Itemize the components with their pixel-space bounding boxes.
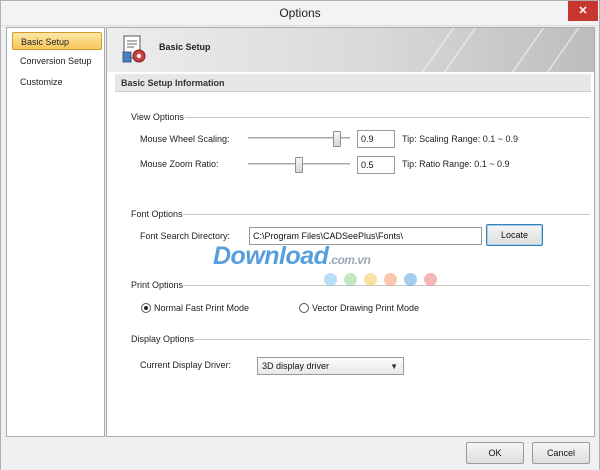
vector-drawing-print-radio[interactable] — [299, 303, 309, 313]
watermark-logo: Download.com.vn — [213, 242, 371, 271]
watermark-dot — [344, 273, 357, 286]
view-options-divider — [185, 117, 590, 118]
normal-fast-print-radio[interactable] — [141, 303, 151, 313]
dialog-footer: OK Cancel — [1, 438, 599, 470]
watermark-dot — [424, 273, 437, 286]
display-options-title: Display Options — [131, 334, 195, 344]
watermark-dot — [364, 273, 377, 286]
current-display-driver-label: Current Display Driver: — [140, 360, 232, 370]
close-icon: ✕ — [578, 5, 588, 17]
window-title: Options — [279, 6, 321, 20]
mouse-zoom-ratio-input[interactable]: 0.5 — [357, 156, 395, 174]
title-bar: Options ✕ — [1, 1, 599, 26]
panel-banner: Basic Setup — [107, 28, 594, 72]
sidebar-item-basic-setup[interactable]: Basic Setup — [12, 32, 102, 50]
settings-document-icon — [122, 35, 146, 63]
ok-button[interactable]: OK — [466, 442, 524, 464]
cancel-button-label: Cancel — [546, 448, 575, 458]
font-options-divider — [183, 214, 590, 215]
settings-panel: Basic Setup Basic Setup Information View… — [106, 27, 595, 437]
watermark-dot — [324, 273, 337, 286]
watermark-brand: Download — [213, 242, 329, 270]
locate-button-label: Locate — [500, 230, 529, 240]
cancel-button[interactable]: Cancel — [532, 442, 590, 464]
font-options-title: Font Options — [131, 209, 183, 219]
sidebar: Basic Setup Conversion Setup Customize — [6, 27, 105, 437]
sidebar-item-conversion-setup[interactable]: Conversion Setup — [12, 52, 102, 70]
watermark-domain: .com.vn — [328, 253, 371, 267]
view-options-title: View Options — [131, 112, 184, 122]
mouse-zoom-ratio-slider[interactable] — [248, 157, 350, 173]
ok-button-label: OK — [488, 448, 502, 458]
watermark-dot — [384, 273, 397, 286]
normal-fast-print-label: Normal Fast Print Mode — [154, 303, 250, 313]
section-title: Basic Setup Information — [121, 78, 225, 88]
display-options-divider — [193, 339, 590, 340]
sidebar-item-customize[interactable]: Customize — [12, 73, 102, 91]
print-options-title: Print Options — [131, 280, 184, 290]
mouse-wheel-scaling-label: Mouse Wheel Scaling: — [140, 134, 230, 144]
close-button[interactable]: ✕ — [568, 1, 598, 21]
mouse-zoom-ratio-tip: Tip: Ratio Range: 0.1 ~ 0.9 — [402, 159, 510, 169]
section-header: Basic Setup Information — [115, 74, 591, 92]
slider-thumb[interactable] — [295, 157, 303, 173]
sidebar-item-label: Customize — [20, 77, 63, 87]
banner-title: Basic Setup — [159, 42, 211, 52]
mouse-wheel-scaling-tip: Tip: Scaling Range: 0.1 ~ 0.9 — [402, 134, 518, 144]
options-dialog: Options ✕ Basic Setup Conversion Setup C… — [0, 0, 600, 470]
mouse-zoom-ratio-label: Mouse Zoom Ratio: — [140, 159, 219, 169]
mouse-wheel-scaling-input[interactable]: 0.9 — [357, 130, 395, 148]
locate-button[interactable]: Locate — [486, 224, 543, 246]
sidebar-item-label: Basic Setup — [21, 37, 70, 47]
sidebar-item-label: Conversion Setup — [20, 56, 92, 66]
watermark-dot — [404, 273, 417, 286]
radio-selected-dot — [144, 306, 148, 310]
display-driver-value: 3D display driver — [262, 361, 330, 371]
vector-drawing-print-label: Vector Drawing Print Mode — [312, 303, 420, 313]
slider-thumb[interactable] — [333, 131, 341, 147]
font-search-directory-label: Font Search Directory: — [140, 231, 231, 241]
mouse-wheel-scaling-slider[interactable] — [248, 131, 350, 147]
display-driver-select[interactable]: 3D display driver ▼ — [257, 357, 404, 375]
chevron-down-icon: ▼ — [390, 362, 398, 371]
